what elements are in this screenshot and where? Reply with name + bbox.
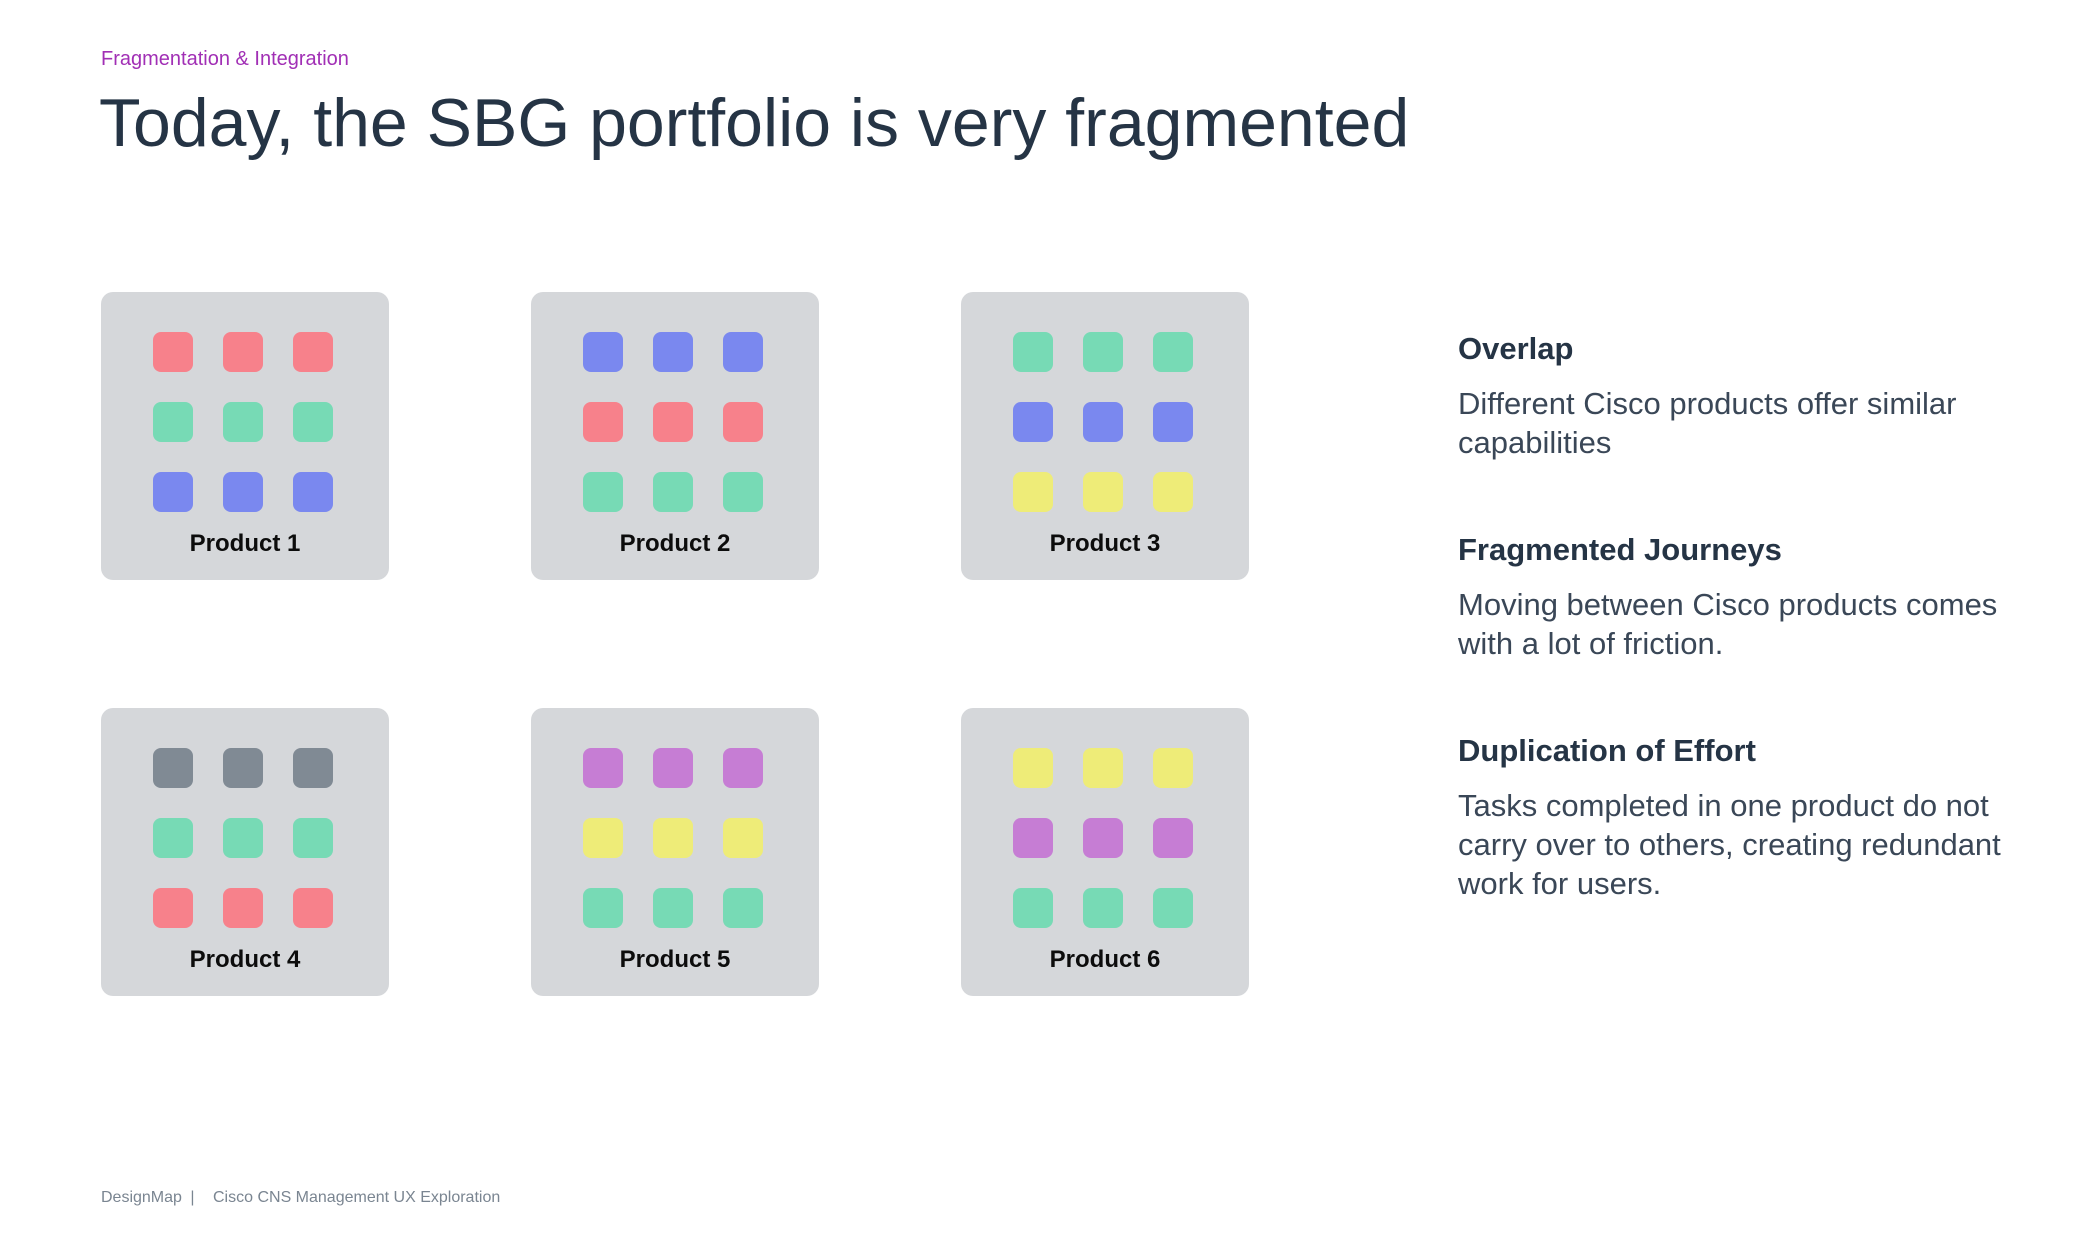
product-label: Product 3: [1049, 530, 1161, 557]
purple-capability-tile: [1153, 818, 1193, 858]
green-capability-tile: [153, 818, 193, 858]
green-capability-tile: [583, 472, 623, 512]
green-capability-tile: [1153, 332, 1193, 372]
yellow-capability-tile: [723, 818, 763, 858]
green-capability-tile: [723, 472, 763, 512]
point-body: Different Cisco products offer similar c…: [1458, 386, 1957, 460]
eyebrow-label: Fragmentation & Integration: [101, 48, 349, 70]
point-body: Tasks completed in one product do not ca…: [1458, 788, 2001, 901]
footer-separator: |: [190, 1189, 195, 1206]
blue-capability-tile: [1013, 402, 1053, 442]
product-card-6: Product 6: [961, 708, 1249, 996]
blue-capability-tile: [153, 472, 193, 512]
blue-capability-tile: [653, 332, 693, 372]
green-capability-tile: [723, 888, 763, 928]
point-fragmented-journeys: Fragmented Journeys Moving between Cisco…: [1458, 531, 2038, 664]
point-heading: Duplication of Effort: [1458, 733, 1756, 768]
point-heading: Fragmented Journeys: [1458, 532, 1782, 567]
blue-capability-tile: [583, 332, 623, 372]
product-card-4: Product 4: [101, 708, 389, 996]
point-duplication-of-effort: Duplication of Effort Tasks completed in…: [1458, 732, 2038, 903]
green-capability-tile: [293, 818, 333, 858]
purple-capability-tile: [583, 748, 623, 788]
green-capability-tile: [1083, 888, 1123, 928]
blue-capability-tile: [723, 332, 763, 372]
red-capability-tile: [583, 402, 623, 442]
yellow-capability-tile: [653, 818, 693, 858]
yellow-capability-tile: [1083, 748, 1123, 788]
footer-brand: DesignMap: [101, 1189, 182, 1206]
yellow-capability-tile: [1153, 472, 1193, 512]
product-label: Product 5: [619, 946, 731, 973]
gray-capability-tile: [153, 748, 193, 788]
product-label: Product 6: [1049, 946, 1161, 973]
footer: DesignMap | Cisco CNS Management UX Expl…: [101, 1189, 500, 1207]
blue-capability-tile: [1153, 402, 1193, 442]
green-capability-tile: [293, 402, 333, 442]
yellow-capability-tile: [1083, 472, 1123, 512]
purple-capability-tile: [1083, 818, 1123, 858]
yellow-capability-tile: [1013, 748, 1053, 788]
green-capability-tile: [1153, 888, 1193, 928]
gray-capability-tile: [293, 748, 333, 788]
product-card-2: Product 2: [531, 292, 819, 580]
gray-capability-tile: [223, 748, 263, 788]
product-grid: Product 1 Product 2 Product 3 Product 4 Prod…: [101, 292, 1249, 996]
product-card-5: Product 5: [531, 708, 819, 996]
point-body: Moving between Cisco products comes with…: [1458, 587, 1998, 661]
red-capability-tile: [223, 332, 263, 372]
product-card-3: Product 3: [961, 292, 1249, 580]
green-capability-tile: [1083, 332, 1123, 372]
red-capability-tile: [723, 402, 763, 442]
red-capability-tile: [153, 332, 193, 372]
yellow-capability-tile: [1013, 472, 1053, 512]
blue-capability-tile: [1083, 402, 1123, 442]
point-heading: Overlap: [1458, 331, 1574, 366]
red-capability-tile: [153, 888, 193, 928]
green-capability-tile: [153, 402, 193, 442]
yellow-capability-tile: [583, 818, 623, 858]
green-capability-tile: [1013, 888, 1053, 928]
footer-project: Cisco CNS Management UX Exploration: [213, 1189, 500, 1206]
purple-capability-tile: [653, 748, 693, 788]
point-overlap: Overlap Different Cisco products offer s…: [1458, 330, 2038, 463]
red-capability-tile: [293, 332, 333, 372]
blue-capability-tile: [293, 472, 333, 512]
blue-capability-tile: [223, 472, 263, 512]
product-label: Product 1: [189, 530, 301, 557]
purple-capability-tile: [723, 748, 763, 788]
green-capability-tile: [583, 888, 623, 928]
green-capability-tile: [223, 818, 263, 858]
red-capability-tile: [293, 888, 333, 928]
product-card-1: Product 1: [101, 292, 389, 580]
green-capability-tile: [223, 402, 263, 442]
product-label: Product 2: [619, 530, 731, 557]
red-capability-tile: [223, 888, 263, 928]
green-capability-tile: [653, 472, 693, 512]
product-label: Product 4: [189, 946, 301, 973]
page-title: Today, the SBG portfolio is very fragmen…: [99, 85, 1410, 161]
purple-capability-tile: [1013, 818, 1053, 858]
green-capability-tile: [653, 888, 693, 928]
red-capability-tile: [653, 402, 693, 442]
yellow-capability-tile: [1153, 748, 1193, 788]
green-capability-tile: [1013, 332, 1053, 372]
